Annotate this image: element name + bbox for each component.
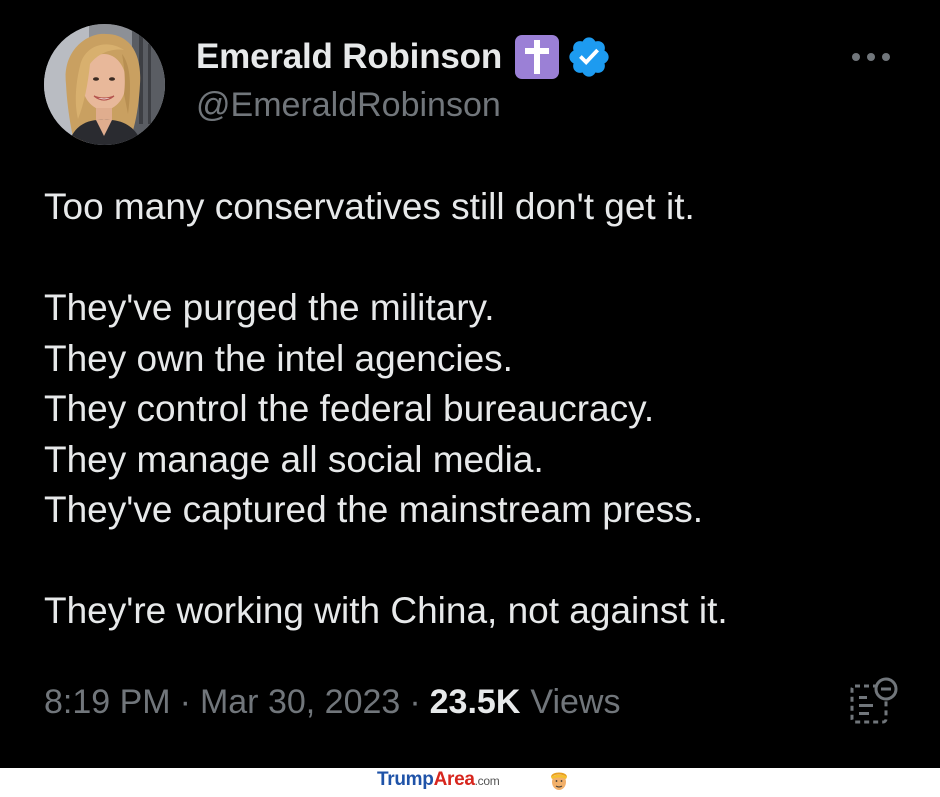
watermark-bar: TrumpArea.com	[0, 768, 940, 792]
tweet-text-line: They've purged the military.	[44, 287, 495, 328]
author-name-row: Emerald Robinson	[196, 34, 612, 80]
more-dots-icon	[852, 53, 890, 61]
tweet-text-line: They control the federal bureaucracy.	[44, 388, 655, 429]
watermark-brand-part1: Trump	[377, 769, 434, 790]
tweet-text-line: They've captured the mainstream press.	[44, 489, 703, 530]
views-label: Views	[530, 682, 621, 721]
analytics-icon[interactable]	[848, 676, 900, 728]
meta-separator: ·	[179, 682, 191, 721]
tweet-text-line: They're working with China, not against …	[44, 590, 728, 631]
avatar[interactable]	[44, 24, 165, 145]
tweet-text-line: Too many conservatives still don't get i…	[44, 186, 695, 227]
tweet-text: Too many conservatives still don't get i…	[44, 182, 728, 637]
author-handle[interactable]: @EmeraldRobinson	[196, 86, 501, 125]
trump-head-logo-icon	[547, 768, 571, 792]
watermark-brand-suffix: .com	[474, 774, 500, 788]
tweet-meta: 8:19 PM · Mar 30, 2023 · 23.5K Views	[44, 680, 620, 724]
more-options-button[interactable]	[848, 44, 894, 70]
tweet-time[interactable]: 8:19 PM	[44, 683, 171, 722]
tweet-date[interactable]: Mar 30, 2023	[200, 683, 400, 722]
tweet-text-line: They own the intel agencies.	[44, 337, 513, 379]
avatar-photo-icon	[44, 24, 165, 145]
tweet-text-line: They manage all social media.	[44, 438, 544, 480]
cross-icon	[514, 34, 560, 80]
verified-icon[interactable]	[566, 34, 612, 80]
watermark-brand: TrumpArea.com	[377, 769, 500, 791]
watermark-brand-part2: Area	[433, 769, 475, 790]
author-display-name[interactable]: Emerald Robinson	[196, 37, 502, 77]
meta-separator: ·	[409, 682, 421, 721]
views-count: 23.5K	[429, 682, 521, 721]
tweet-card: Emerald Robinson @EmeraldRobinson Too ma…	[0, 0, 940, 768]
